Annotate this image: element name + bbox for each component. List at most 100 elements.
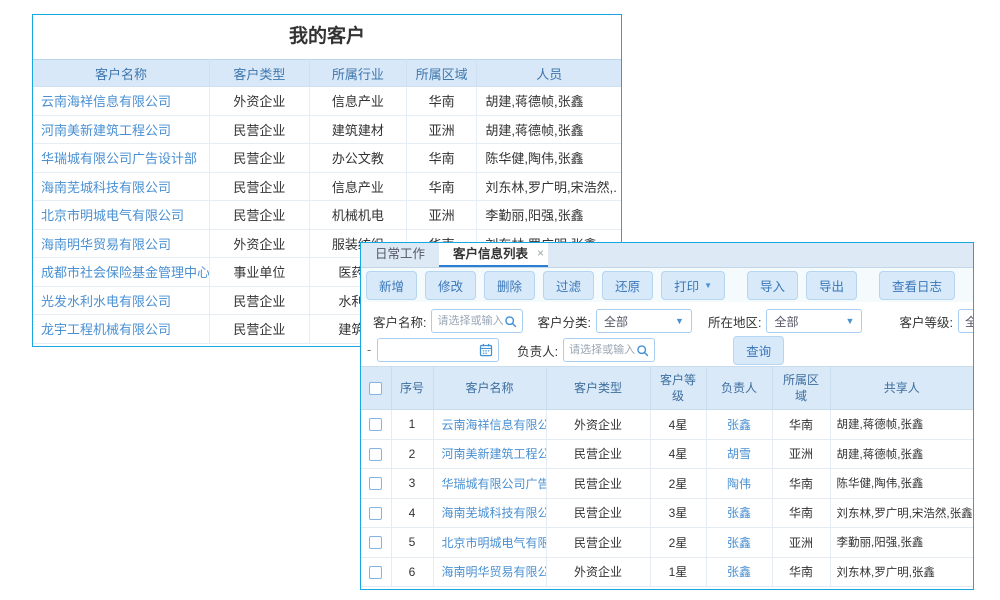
customer-name-link[interactable]: 龙宇工程机械有限公司 xyxy=(33,315,209,344)
customer-type-cell: 外资企业 xyxy=(209,87,309,116)
shared-cell: 李勤丽,阳强,张鑫 xyxy=(830,528,973,558)
search-icon[interactable] xyxy=(636,344,649,357)
customer-name-input[interactable] xyxy=(431,309,523,333)
table-row: 3 华瑞城有限公司广告设... 民营企业 2星 陶伟 华南 陈华健,陶伟,张鑫 xyxy=(361,469,973,499)
customer-name-link[interactable]: 河南美新建筑工程公司 xyxy=(33,115,209,144)
area-filter: 所在地区: 全部 ▼ xyxy=(708,309,862,333)
customer-name-link[interactable]: 北京市明城电气有限公司 xyxy=(33,201,209,230)
owner-link[interactable]: 张鑫 xyxy=(706,410,772,440)
region-cell: 亚洲 xyxy=(406,115,477,144)
shared-cell: 刘东林,罗广明,张鑫 xyxy=(830,557,973,587)
customer-name-link[interactable]: 海南明华贸易有限公司 xyxy=(433,557,546,587)
filter-panel: 客户名称: 客户分类: 全部 ▼ 所在地区: 全部 ▼ xyxy=(361,302,973,366)
customer-type-cell: 民营企业 xyxy=(209,115,309,144)
customer-type-cell: 民营企业 xyxy=(546,528,650,558)
customer-name-link[interactable]: 海南芜城科技有限公司 xyxy=(433,498,546,528)
row-checkbox[interactable] xyxy=(369,448,382,461)
checkbox-cell xyxy=(361,498,391,528)
owner-link[interactable]: 张鑫 xyxy=(706,528,772,558)
region-cell: 亚洲 xyxy=(772,528,830,558)
row-checkbox[interactable] xyxy=(369,477,382,490)
owner-link[interactable]: 张鑫 xyxy=(706,498,772,528)
chevron-down-icon: ▼ xyxy=(704,281,712,290)
customer-name-field[interactable] xyxy=(437,315,504,327)
personnel-cell: 胡建,蒋德帧,张鑫 xyxy=(477,87,621,116)
date-range-separator: - xyxy=(367,343,371,357)
customer-name-link[interactable]: 北京市明城电气有限公司 xyxy=(433,528,546,558)
industry-cell: 办公文教 xyxy=(309,144,406,173)
customer-name-link[interactable]: 华瑞城有限公司广告设... xyxy=(433,469,546,499)
owner-link[interactable]: 张鑫 xyxy=(706,557,772,587)
table-row: 1 云南海祥信息有限公司 外资企业 4星 张鑫 华南 胡建,蒋德帧,张鑫 xyxy=(361,410,973,440)
customer-name-link[interactable]: 成都市社会保险基金管理中心 xyxy=(33,258,209,287)
owner-link[interactable]: 胡雪 xyxy=(706,439,772,469)
region-cell: 华南 xyxy=(772,557,830,587)
owner-field[interactable] xyxy=(569,344,636,356)
date-input[interactable] xyxy=(377,338,499,362)
customer-name-link[interactable]: 海南明华贸易有限公司 xyxy=(33,229,209,258)
checkbox-cell xyxy=(361,557,391,587)
customer-list-window: 日常工作 客户信息列表 × 新增 修改 删除 过滤 还原 打印 ▼ 导入 导出 … xyxy=(360,242,974,590)
close-icon[interactable]: × xyxy=(537,242,544,265)
table-row: 云南海祥信息有限公司 外资企业 信息产业 华南 胡建,蒋德帧,张鑫 xyxy=(33,87,621,116)
owner-link[interactable]: 陶伟 xyxy=(706,469,772,499)
toolbar: 新增 修改 删除 过滤 还原 打印 ▼ 导入 导出 查看日志 xyxy=(361,268,973,302)
select-all-checkbox[interactable] xyxy=(369,382,382,395)
table-row: 河南美新建筑工程公司 民营企业 建筑建材 亚洲 胡建,蒋德帧,张鑫 xyxy=(33,115,621,144)
date-field[interactable] xyxy=(383,344,479,356)
customer-name-link[interactable]: 海南芜城科技有限公司 xyxy=(33,172,209,201)
shared-cell: 刘东林,罗广明,宋浩然,张鑫 xyxy=(830,498,973,528)
owner-input[interactable] xyxy=(563,338,655,362)
shared-cell: 陈华健,陶伟,张鑫 xyxy=(830,469,973,499)
print-button[interactable]: 打印 ▼ xyxy=(661,271,725,300)
level-cell: 3星 xyxy=(650,498,706,528)
tab-daily-work[interactable]: 日常工作 xyxy=(361,243,439,267)
level-cell: 4星 xyxy=(650,439,706,469)
region-cell: 华南 xyxy=(406,172,477,201)
row-checkbox[interactable] xyxy=(369,507,382,520)
add-button[interactable]: 新增 xyxy=(366,271,417,300)
restore-button[interactable]: 还原 xyxy=(602,271,653,300)
customer-name-link[interactable]: 光发水利水电有限公司 xyxy=(33,286,209,315)
col-region: 所属区域 xyxy=(772,367,830,410)
row-checkbox[interactable] xyxy=(369,536,382,549)
table-header-row: 客户名称 客户类型 所属行业 所属区域 人员 xyxy=(33,60,621,87)
col-shared: 共享人 xyxy=(830,367,973,410)
level-filter: 客户等级: 全部 ▼ xyxy=(900,309,974,333)
export-button[interactable]: 导出 xyxy=(806,271,857,300)
delete-button[interactable]: 删除 xyxy=(484,271,535,300)
edit-button[interactable]: 修改 xyxy=(425,271,476,300)
customer-name-link[interactable]: 华瑞城有限公司广告设计部 xyxy=(33,144,209,173)
tab-customer-info-list[interactable]: 客户信息列表 × xyxy=(439,243,548,267)
category-select[interactable]: 全部 ▼ xyxy=(596,309,692,333)
customer-name-link[interactable]: 河南美新建筑工程公司 xyxy=(433,439,546,469)
area-select[interactable]: 全部 ▼ xyxy=(766,309,862,333)
level-cell: 1星 xyxy=(650,557,706,587)
customer-name-link[interactable]: 云南海祥信息有限公司 xyxy=(433,410,546,440)
calendar-icon[interactable] xyxy=(479,343,493,357)
industry-cell: 建筑建材 xyxy=(309,115,406,144)
row-number-cell: 6 xyxy=(391,557,433,587)
area-value: 全部 xyxy=(774,313,798,330)
table-header-row: 序号 客户名称 客户类型 客户等级 负责人 所属区域 共享人 xyxy=(361,367,973,410)
row-checkbox[interactable] xyxy=(369,418,382,431)
customer-category-filter: 客户分类: 全部 ▼ xyxy=(537,309,691,333)
customer-type-cell: 民营企业 xyxy=(546,439,650,469)
view-log-button[interactable]: 查看日志 xyxy=(879,271,955,300)
customer-name-label: 客户名称: xyxy=(373,312,426,331)
tab-label: 客户信息列表 xyxy=(453,247,528,261)
customer-type-cell: 民营企业 xyxy=(209,286,309,315)
category-label: 客户分类: xyxy=(537,312,590,331)
level-select[interactable]: 全部 ▼ xyxy=(958,309,974,333)
filter-button[interactable]: 过滤 xyxy=(543,271,594,300)
dropdown-icon: ▼ xyxy=(675,316,684,326)
region-cell: 华南 xyxy=(772,410,830,440)
import-button[interactable]: 导入 xyxy=(747,271,798,300)
search-icon[interactable] xyxy=(504,315,517,328)
row-number-cell: 5 xyxy=(391,528,433,558)
customer-type-cell: 外资企业 xyxy=(546,410,650,440)
query-button[interactable]: 查询 xyxy=(733,336,784,365)
filter-row-1: 客户名称: 客户分类: 全部 ▼ 所在地区: 全部 ▼ xyxy=(361,306,973,336)
row-checkbox[interactable] xyxy=(369,566,382,579)
customer-name-link[interactable]: 云南海祥信息有限公司 xyxy=(33,87,209,116)
